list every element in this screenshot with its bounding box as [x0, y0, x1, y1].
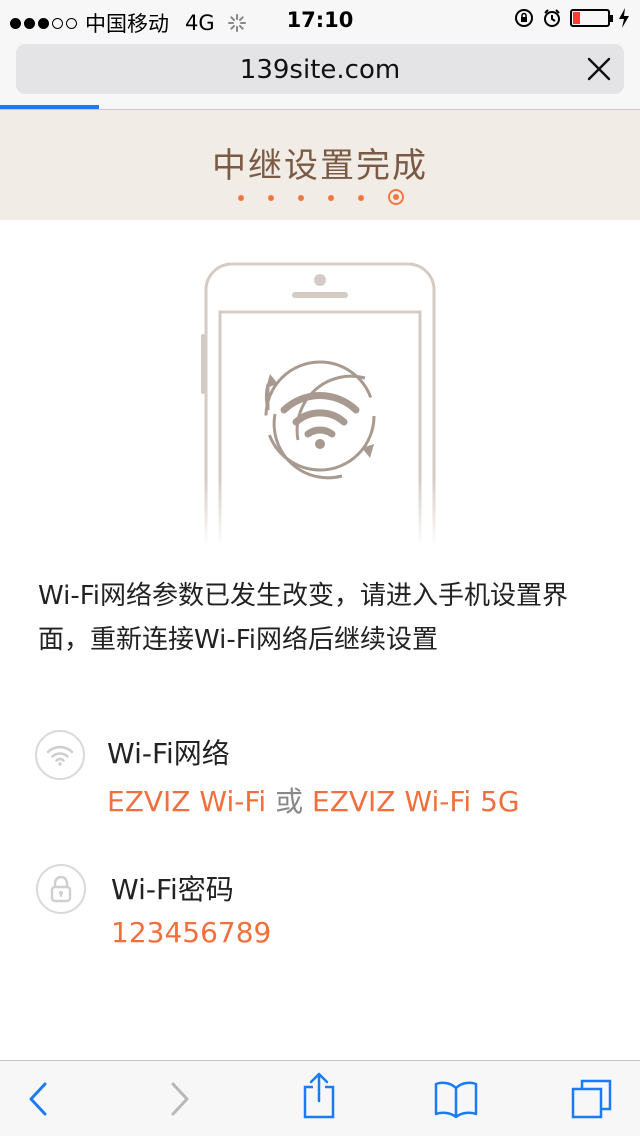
status-right	[514, 8, 630, 28]
page-header: 中继设置完成	[0, 110, 640, 220]
chevron-right-icon	[171, 1082, 189, 1116]
address-bar[interactable]: 139site.com	[16, 44, 624, 94]
wifi-password-value: 123456789	[111, 916, 272, 949]
ssid-5g: EZVIZ Wi-Fi 5G	[312, 785, 520, 818]
wifi-icon	[35, 730, 85, 780]
tabs-icon	[571, 1079, 612, 1119]
step-dot	[298, 194, 304, 201]
step-dot	[358, 194, 364, 201]
step-dot	[268, 194, 274, 201]
charging-bolt-icon	[619, 8, 629, 28]
phone-wifi-illustration	[200, 262, 440, 547]
step-current	[388, 189, 404, 205]
step-indicator	[238, 189, 404, 205]
step-dot	[238, 194, 244, 201]
close-icon[interactable]	[586, 56, 612, 82]
rotation-lock-icon	[515, 9, 533, 27]
chevron-left-icon	[29, 1082, 47, 1116]
bookmarks-button[interactable]	[432, 1077, 480, 1121]
back-button[interactable]	[16, 1077, 60, 1121]
wifi-network-label: Wi-Fi网络	[107, 737, 230, 770]
tabs-button[interactable]	[569, 1077, 615, 1121]
step-dot	[328, 194, 334, 201]
forward-button[interactable]	[158, 1077, 202, 1121]
book-icon	[434, 1081, 478, 1118]
browser-toolbar	[0, 1060, 640, 1136]
battery-icon	[570, 9, 613, 27]
url-text[interactable]: 139site.com	[16, 55, 624, 85]
share-button[interactable]	[297, 1072, 341, 1119]
wifi-network-value: EZVIZ Wi-Fi 或 EZVIZ Wi-Fi 5G	[107, 780, 520, 820]
alarm-clock-icon	[544, 9, 560, 27]
share-icon	[303, 1072, 335, 1119]
browser-address-area: 139site.com	[0, 40, 640, 110]
lock-icon	[36, 864, 86, 914]
ssid-2g: EZVIZ Wi-Fi	[107, 785, 267, 818]
page-title: 中继设置完成	[212, 146, 428, 186]
reconnect-instruction: Wi-Fi网络参数已发生改变，请进入手机设置界面，重新连接Wi-Fi网络后继续设…	[38, 581, 569, 655]
status-bar: 中国移动 4G 17:10	[0, 0, 640, 40]
ssid-separator: 或	[275, 785, 304, 818]
wifi-password-label: Wi-Fi密码	[111, 873, 234, 906]
